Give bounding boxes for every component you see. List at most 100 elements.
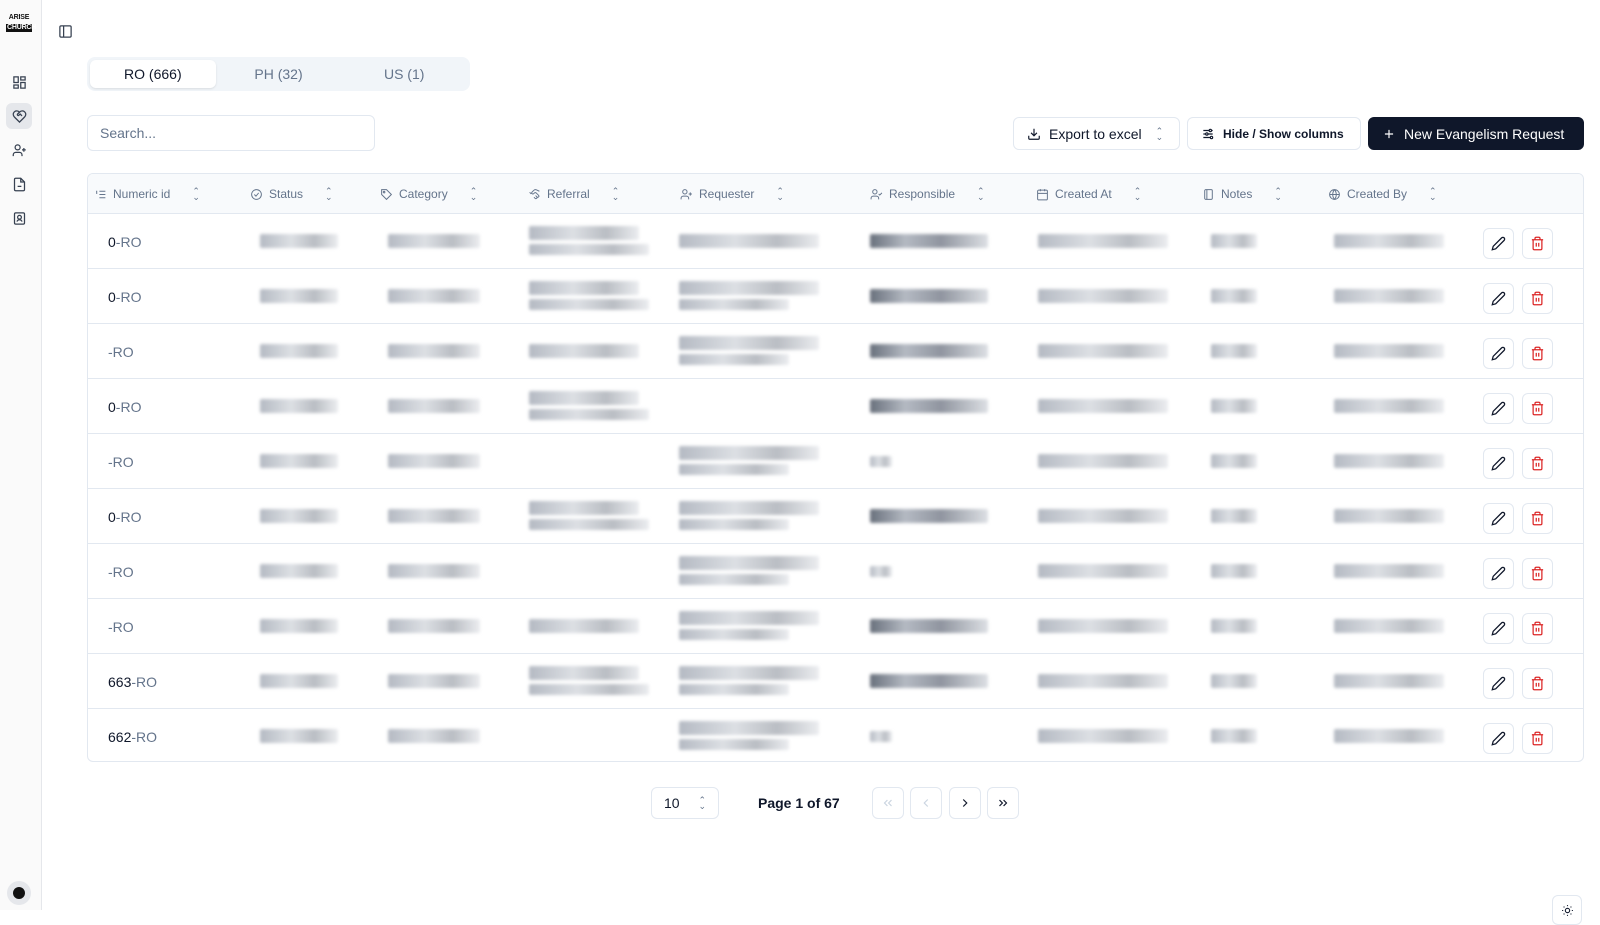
edit-button[interactable] <box>1483 723 1514 754</box>
dashboard-icon[interactable] <box>6 69 32 95</box>
delete-button[interactable] <box>1522 723 1553 754</box>
table-row[interactable]: 0 -RO <box>88 379 1583 434</box>
column-category[interactable]: Category ⌃ ⌄ <box>380 174 477 214</box>
pencil-icon <box>1491 401 1506 416</box>
delete-button[interactable] <box>1522 338 1553 369</box>
edit-button[interactable] <box>1483 503 1514 534</box>
user-avatar[interactable] <box>7 881 31 905</box>
referral-redacted-line-2 <box>529 519 649 530</box>
table-row[interactable]: -RO <box>88 544 1583 599</box>
column-numeric-id[interactable]: Numeric id ⌃ ⌄ <box>94 174 200 214</box>
download-icon <box>1028 128 1040 140</box>
new-evangelism-request-button[interactable]: New Evangelism Request <box>1368 117 1584 150</box>
delete-button[interactable] <box>1522 613 1553 644</box>
first-page-button[interactable] <box>872 787 904 819</box>
category-badge-redacted <box>388 619 480 633</box>
sort-icon[interactable]: ⌃ ⌄ <box>776 187 784 202</box>
sort-icon[interactable]: ⌃ ⌄ <box>1429 187 1437 202</box>
requester-redacted-line-2 <box>679 684 789 695</box>
sort-icon[interactable]: ⌃ ⌄ <box>1134 187 1142 202</box>
trash-icon <box>1531 456 1544 471</box>
column-status[interactable]: Status ⌃ ⌄ <box>250 174 333 214</box>
created-at-redacted <box>1038 619 1168 633</box>
table-row[interactable]: -RO <box>88 324 1583 379</box>
sort-icon[interactable]: ⌃ ⌄ <box>470 187 478 202</box>
edit-button[interactable] <box>1483 338 1514 369</box>
sort-icon[interactable]: ⌃ ⌄ <box>192 187 200 202</box>
user-plus-icon[interactable] <box>6 137 32 163</box>
pencil-icon <box>1491 511 1506 526</box>
column-notes[interactable]: Notes ⌃ ⌄ <box>1202 174 1282 214</box>
pencil-icon <box>1491 291 1506 306</box>
edit-button[interactable] <box>1483 283 1514 314</box>
tab-us[interactable]: US (1) <box>341 60 467 88</box>
sort-icon[interactable]: ⌃ ⌄ <box>977 187 985 202</box>
numeric-id-number: 0 <box>108 288 116 305</box>
table-row[interactable]: 0 -RO <box>88 489 1583 544</box>
responsible-redacted <box>870 674 988 688</box>
sort-icon[interactable]: ⌃ ⌄ <box>612 187 620 202</box>
table-row[interactable]: 0 -RO <box>88 269 1583 324</box>
numeric-id-suffix: -RO <box>108 343 134 360</box>
sort-icon[interactable]: ⌃ ⌄ <box>325 187 333 202</box>
theme-toggle-button[interactable] <box>1552 895 1582 925</box>
delete-button[interactable] <box>1522 283 1553 314</box>
sort-icon[interactable]: ⌃ ⌄ <box>1274 187 1282 202</box>
logo[interactable]: ARISE CHURCH <box>6 14 36 40</box>
search-input[interactable] <box>87 115 375 151</box>
delete-button[interactable] <box>1522 668 1553 699</box>
created-at-redacted <box>1038 674 1168 688</box>
edit-button[interactable] <box>1483 228 1514 259</box>
next-page-button[interactable] <box>949 787 981 819</box>
delete-button[interactable] <box>1522 558 1553 589</box>
requests-table: Numeric id ⌃ ⌄ Status ⌃ ⌄ Category ⌃ ⌄ Refe… <box>87 173 1584 762</box>
notes-redacted <box>1211 289 1257 303</box>
table-row[interactable]: -RO <box>88 434 1583 489</box>
edit-button[interactable] <box>1483 448 1514 479</box>
edit-button[interactable] <box>1483 613 1514 644</box>
numeric-id-cell: 0 -RO <box>108 269 141 324</box>
last-page-button[interactable] <box>987 787 1019 819</box>
handshake-heart-icon[interactable] <box>6 103 32 129</box>
trash-icon <box>1531 676 1544 691</box>
document-icon[interactable] <box>6 171 32 197</box>
numeric-id-cell: 0 -RO <box>108 489 141 544</box>
requester-redacted <box>679 556 819 570</box>
status-badge-redacted <box>260 564 338 578</box>
delete-button[interactable] <box>1522 228 1553 259</box>
table-row[interactable]: 662 -RO <box>88 709 1583 761</box>
tab-ro[interactable]: RO (666) <box>90 60 216 88</box>
table-row[interactable]: -RO <box>88 599 1583 654</box>
column-created-at[interactable]: Created At ⌃ ⌄ <box>1036 174 1141 214</box>
delete-button[interactable] <box>1522 448 1553 479</box>
column-requester[interactable]: Requester ⌃ ⌄ <box>680 174 784 214</box>
status-badge-redacted <box>260 454 338 468</box>
column-responsible[interactable]: Responsible ⌃ ⌄ <box>870 174 985 214</box>
table-row[interactable]: 0 -RO <box>88 214 1583 269</box>
table-row[interactable]: 663 -RO <box>88 654 1583 709</box>
hide-show-columns-button[interactable]: Hide / Show columns <box>1187 117 1361 150</box>
numeric-id-suffix: -RO <box>108 453 134 470</box>
previous-page-button[interactable] <box>910 787 942 819</box>
trash-icon <box>1531 731 1544 746</box>
status-badge-redacted <box>260 729 338 743</box>
created-by-redacted <box>1334 564 1444 578</box>
requester-redacted <box>679 281 819 295</box>
edit-button[interactable] <box>1483 393 1514 424</box>
toggle-sidebar-button[interactable] <box>56 22 74 40</box>
delete-button[interactable] <box>1522 393 1553 424</box>
column-referral[interactable]: Referral ⌃ ⌄ <box>528 174 619 214</box>
trash-icon <box>1531 236 1544 251</box>
delete-button[interactable] <box>1522 503 1553 534</box>
export-excel-button[interactable]: Export to excel ⌃ ⌄ <box>1013 117 1180 150</box>
edit-button[interactable] <box>1483 558 1514 589</box>
category-badge-redacted <box>388 344 480 358</box>
logo-line-1: ARISE <box>8 14 30 21</box>
contact-book-icon[interactable] <box>6 205 32 231</box>
numeric-id-number: 663 <box>108 673 132 690</box>
column-created-by[interactable]: Created By ⌃ ⌄ <box>1328 174 1437 214</box>
numeric-id-cell: -RO <box>108 434 134 489</box>
tab-ph[interactable]: PH (32) <box>216 60 342 88</box>
page-size-select[interactable]: 10 ⌃ ⌄ <box>651 787 719 819</box>
edit-button[interactable] <box>1483 668 1514 699</box>
